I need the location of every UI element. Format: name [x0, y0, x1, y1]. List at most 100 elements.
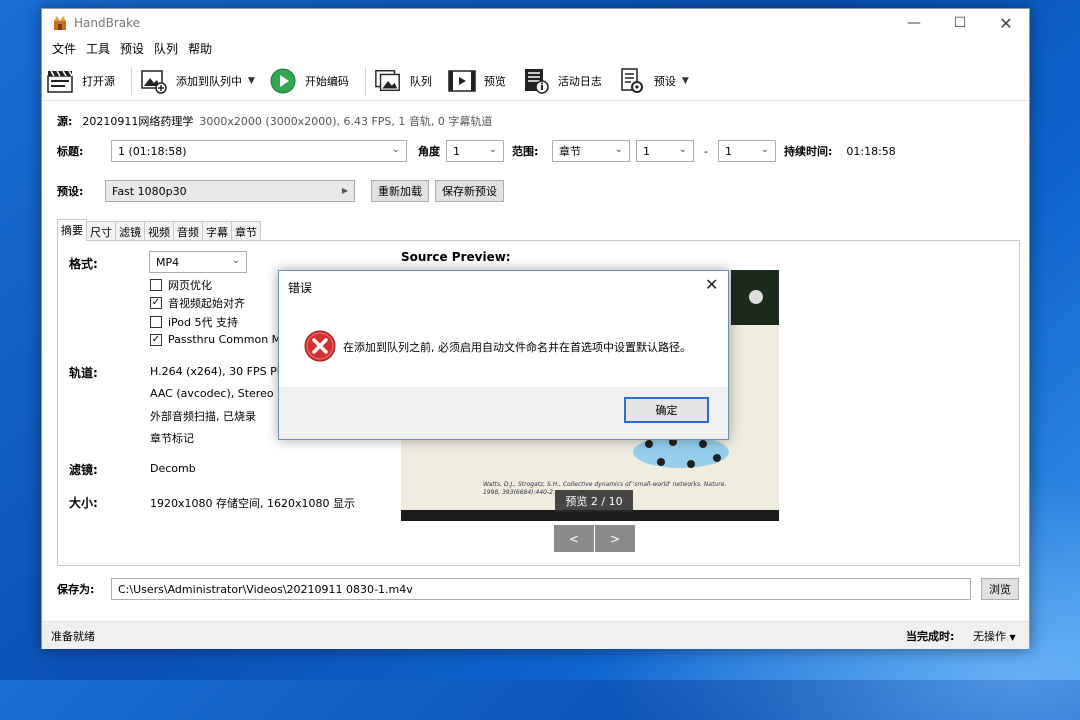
- align-av-label: 音视频起始对齐: [168, 297, 245, 310]
- open-source-button[interactable]: 打开源: [42, 63, 127, 99]
- tracks-label: 轨道:: [69, 366, 98, 380]
- when-done-value: 无操作: [973, 629, 1006, 643]
- reload-preset-button[interactable]: 重新加载: [371, 180, 429, 202]
- title-select[interactable]: 1 (01:18:58) ⌄: [111, 140, 407, 162]
- range-start-value: 1: [643, 144, 650, 158]
- dialog-title: 错误: [288, 281, 313, 295]
- open-source-label: 打开源: [82, 74, 115, 88]
- track-subtitle-scan: 外部音频扫描, 已烧录: [150, 410, 256, 423]
- settings-tabs: 摘要 尺寸 滤镜 视频 音频 字幕 章节: [57, 219, 261, 241]
- activity-log-icon: [522, 67, 550, 95]
- format-select[interactable]: MP4 ⌄: [149, 251, 247, 273]
- preset-value: Fast 1080p30: [112, 184, 187, 198]
- tab-filters[interactable]: 滤镜: [115, 221, 145, 241]
- chevron-down-icon: ⌄: [678, 144, 687, 155]
- source-label: 源:: [57, 115, 73, 128]
- add-to-queue-button[interactable]: 添加到队列中 ▼: [136, 63, 265, 99]
- title-label: 标题:: [57, 145, 84, 158]
- presets-gear-icon: [618, 67, 646, 95]
- when-done-label: 当完成时:: [906, 629, 955, 643]
- dialog-footer: 确定: [279, 387, 728, 439]
- status-bar: 准备就绪 当完成时: 无操作 ▼: [42, 621, 1029, 649]
- dialog-close-icon[interactable]: ✕: [705, 275, 718, 294]
- chevron-down-icon: ⌄: [231, 255, 240, 266]
- duration-value: 01:18:58: [846, 144, 896, 158]
- format-label: 格式:: [69, 257, 98, 271]
- source-name: 20210911网络药理学: [82, 115, 194, 128]
- dropdown-arrow-icon[interactable]: ▼: [682, 76, 689, 86]
- preview-prev-button[interactable]: <: [554, 525, 594, 552]
- web-optimize-checkbox[interactable]: 网页优化: [150, 277, 212, 293]
- passthru-checkbox[interactable]: ✓ Passthru Common Me: [150, 333, 288, 346]
- save-new-preset-button[interactable]: 保存新预设: [435, 180, 504, 202]
- range-type-value: 章节: [559, 145, 581, 158]
- checkbox-box: [150, 316, 162, 328]
- ipod-support-label: iPod 5代 支持: [168, 316, 239, 329]
- duration-label: 持续时间:: [783, 145, 833, 158]
- add-to-queue-label: 添加到队列中: [176, 74, 242, 88]
- passthru-label: Passthru Common Me: [168, 333, 288, 346]
- play-icon: [269, 67, 297, 95]
- filters-value: Decomb: [150, 462, 196, 475]
- range-start-select[interactable]: 1 ⌄: [636, 140, 694, 162]
- presets-label: 预设: [653, 74, 676, 88]
- close-icon[interactable]: ✕: [983, 9, 1029, 37]
- tab-subtitles[interactable]: 字幕: [202, 221, 232, 241]
- range-end-select[interactable]: 1 ⌄: [717, 140, 776, 162]
- preset-select[interactable]: Fast 1080p30 ▶: [105, 180, 355, 202]
- browse-button[interactable]: 浏览: [981, 578, 1019, 600]
- format-value: MP4: [156, 255, 180, 269]
- start-encode-button[interactable]: 开始编码: [265, 63, 361, 99]
- dropdown-arrow-icon: ▼: [1009, 632, 1016, 642]
- menu-tools[interactable]: 工具: [81, 40, 115, 57]
- when-done-select[interactable]: 无操作 ▼: [973, 628, 1016, 644]
- tab-chapters[interactable]: 章节: [231, 221, 261, 241]
- range-type-select[interactable]: 章节 ⌄: [552, 140, 630, 162]
- title-row: 标题: 1 (01:18:58) ⌄ 角度 1 ⌄ 范围: 章节 ⌄ 1 ⌄ -…: [57, 140, 896, 162]
- preview-webcam-thumb: [731, 270, 779, 325]
- range-label: 范围:: [512, 145, 539, 158]
- tab-dimensions[interactable]: 尺寸: [86, 221, 116, 241]
- handbrake-logo-icon: [52, 15, 68, 31]
- queue-button[interactable]: 队列: [370, 63, 444, 99]
- menu-queue[interactable]: 队列: [149, 40, 183, 57]
- queue-images-icon: [374, 67, 402, 95]
- menu-file[interactable]: 文件: [47, 40, 81, 57]
- save-path-input[interactable]: C:\Users\Administrator\Videos\20210911 0…: [111, 578, 971, 600]
- checkmark-icon: ✓: [150, 333, 162, 346]
- angle-select[interactable]: 1 ⌄: [446, 140, 504, 162]
- menu-help[interactable]: 帮助: [183, 40, 217, 57]
- dropdown-arrow-icon[interactable]: ▼: [248, 76, 255, 86]
- chevron-down-icon: ⌄: [614, 144, 623, 155]
- webcam-person-icon: [749, 290, 763, 304]
- source-info: 3000x2000 (3000x2000), 6.43 FPS, 1 音轨, 0…: [199, 115, 493, 128]
- ok-button[interactable]: 确定: [624, 397, 709, 423]
- save-as-row: 保存为: C:\Users\Administrator\Videos\20210…: [57, 578, 1019, 600]
- dialog-message: 在添加到队列之前, 必须启用自动文件命名并在首选项中设置默认路径。: [343, 341, 691, 354]
- chevron-down-icon: ⌄: [488, 144, 497, 155]
- save-path-value: C:\Users\Administrator\Videos\20210911 0…: [118, 582, 413, 596]
- presets-button[interactable]: 预设 ▼: [614, 63, 699, 99]
- menu-presets[interactable]: 预设: [115, 40, 149, 57]
- title-value: 1 (01:18:58): [118, 144, 187, 158]
- toolbar-separator: [364, 66, 366, 95]
- status-text: 准备就绪: [51, 629, 95, 643]
- add-image-icon: [140, 67, 168, 95]
- preview-button[interactable]: 预览: [444, 63, 518, 99]
- align-av-checkbox[interactable]: ✓ 音视频起始对齐: [150, 295, 245, 311]
- window-title: HandBrake: [74, 16, 141, 30]
- checkmark-icon: ✓: [150, 297, 162, 309]
- toolbar: 打开源 添加到队列中 ▼ 开始编码 队列 预览 活动日志 预设 ▼: [42, 61, 1029, 101]
- activity-log-button[interactable]: 活动日志: [518, 63, 614, 99]
- maximize-icon[interactable]: ☐: [937, 9, 983, 37]
- tab-summary[interactable]: 摘要: [57, 219, 87, 241]
- ipod-support-checkbox[interactable]: iPod 5代 支持: [150, 314, 238, 330]
- filters-label: 滤镜:: [69, 463, 98, 477]
- tab-audio[interactable]: 音频: [173, 221, 203, 241]
- preview-next-button[interactable]: >: [595, 525, 635, 552]
- queue-label: 队列: [409, 74, 432, 88]
- error-dialog: 错误 ✕ 在添加到队列之前, 必须启用自动文件命名并在首选项中设置默认路径。 确…: [278, 270, 729, 440]
- source-row: 源: 20210911网络药理学 3000x2000 (3000x2000), …: [57, 113, 492, 129]
- minimize-icon[interactable]: —: [891, 9, 937, 37]
- tab-video[interactable]: 视频: [144, 221, 174, 241]
